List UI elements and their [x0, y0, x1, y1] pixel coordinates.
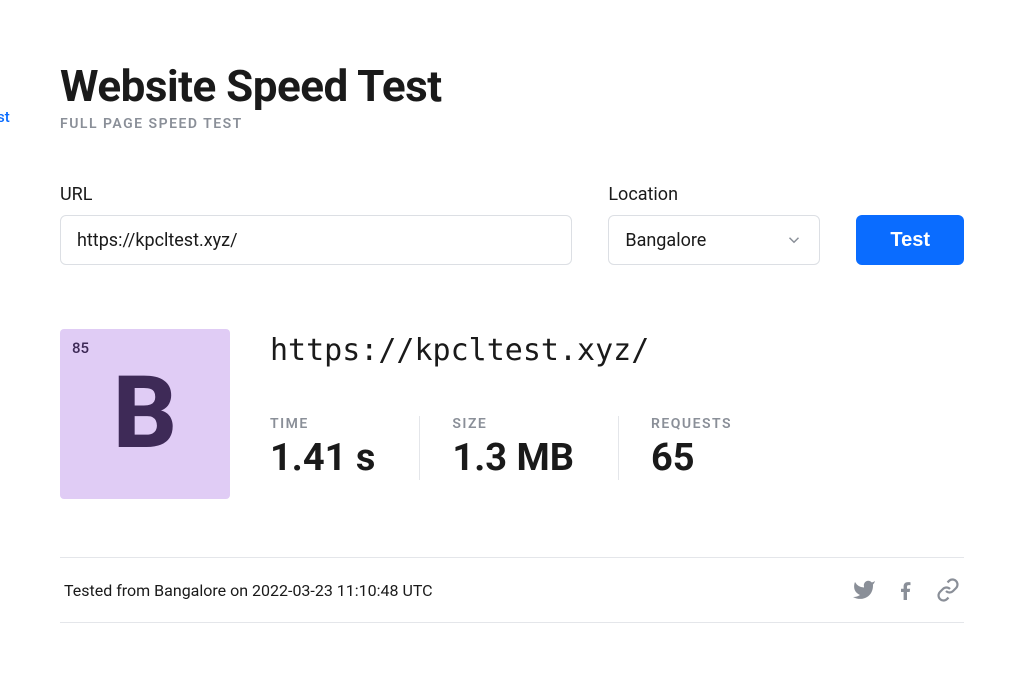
grade-score: 85 [72, 339, 89, 357]
metric-size: SIZE 1.3 MB [419, 416, 618, 480]
page-subtitle: FULL PAGE SPEED TEST [60, 116, 964, 132]
facebook-icon[interactable] [894, 578, 918, 602]
url-label: URL [60, 184, 572, 205]
url-input[interactable] [60, 215, 572, 265]
location-selected-value: Bangalore [625, 230, 706, 251]
metric-size-value: 1.3 MB [452, 436, 574, 480]
metric-requests: REQUESTS 65 [618, 416, 776, 480]
metric-time-value: 1.41 s [270, 436, 375, 480]
metric-time: TIME 1.41 s [270, 416, 419, 480]
metric-time-label: TIME [270, 416, 375, 432]
metric-requests-value: 65 [651, 436, 732, 480]
test-form: URL Location Bangalore Test [60, 184, 964, 265]
page-title: Website Speed Test [60, 60, 964, 112]
tested-url: https://kpcltest.xyz/ [270, 333, 964, 368]
twitter-icon[interactable] [852, 578, 876, 602]
chevron-down-icon [785, 231, 803, 249]
tested-from-text: Tested from Bangalore on 2022-03-23 11:1… [64, 581, 433, 600]
location-select[interactable]: Bangalore [608, 215, 820, 265]
grade-box: 85 B [60, 329, 230, 499]
test-button[interactable]: Test [856, 215, 964, 265]
clipped-nav-link[interactable]: st [0, 108, 10, 126]
footer-bar: Tested from Bangalore on 2022-03-23 11:1… [60, 557, 964, 623]
url-field-group: URL [60, 184, 572, 265]
main-container: Website Speed Test FULL PAGE SPEED TEST … [0, 0, 1024, 623]
grade-letter: B [113, 364, 177, 464]
metrics-row: TIME 1.41 s SIZE 1.3 MB REQUESTS 65 [270, 416, 964, 480]
result-section: 85 B https://kpcltest.xyz/ TIME 1.41 s S… [60, 329, 964, 499]
metric-requests-label: REQUESTS [651, 416, 732, 432]
result-main: https://kpcltest.xyz/ TIME 1.41 s SIZE 1… [270, 329, 964, 480]
share-icons [852, 578, 960, 602]
location-label: Location [608, 184, 820, 205]
link-icon[interactable] [936, 578, 960, 602]
location-field-group: Location Bangalore [608, 184, 820, 265]
metric-size-label: SIZE [452, 416, 574, 432]
